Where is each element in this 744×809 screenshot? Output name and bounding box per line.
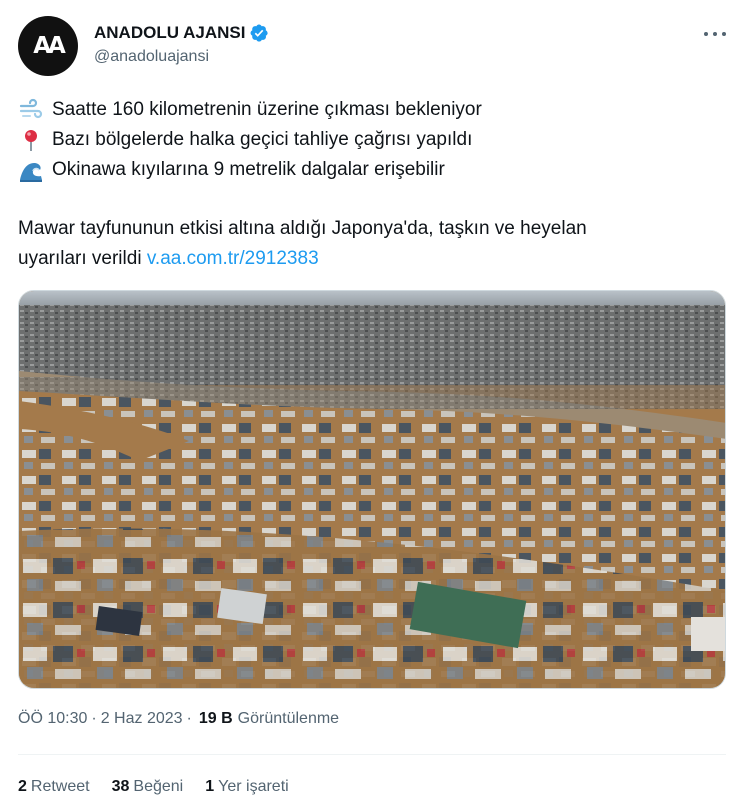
paragraph-line: uyarıları verildi v.aa.com.tr/2912383 [18,244,728,274]
tweet-meta: ÖÖ 10:30 · 2 Haz 2023 · 19 B Görüntülenm… [18,710,339,728]
retweets-stat[interactable]: 2 Retweet [18,778,90,796]
dot [704,32,708,36]
display-name[interactable]: ANADOLU AJANSI [94,23,245,43]
name-row: ANADOLU AJANSI [94,22,269,44]
wind-face-icon [18,97,44,123]
tweet-text: Saatte 160 kilometrenin üzerine çıkması … [18,95,728,274]
likes-stat[interactable]: 38 Beğeni [112,778,184,796]
tweet-date[interactable]: 2 Haz 2023 [101,710,183,728]
dot [713,32,717,36]
round-pushpin-icon [18,127,44,153]
tweet-line: Okinawa kıyılarına 9 metrelik dalgalar e… [18,155,728,185]
avatar-logo: AA [33,33,66,59]
paragraph-text: uyarıları verildi [18,248,142,269]
more-options-icon[interactable] [704,24,726,44]
tweet-time[interactable]: ÖÖ 10:30 [18,710,87,728]
divider [18,754,726,755]
likes-label: Beğeni [133,778,184,795]
flooded-city-aerial-photo [19,291,725,688]
author-info: ANADOLU AJANSI @anadoluajansi [94,22,269,66]
tweet-photo[interactable] [18,290,726,689]
avatar[interactable]: AA [18,16,78,76]
tweet-line: Bazı bölgelerde halka geçici tahliye çağ… [18,125,728,155]
retweets-label: Retweet [30,778,90,795]
tweet-header: AA ANADOLU AJANSI @anadoluajansi [18,14,726,76]
tweet-line-text: Saatte 160 kilometrenin üzerine çıkması … [52,99,482,120]
paragraph-line: Mawar tayfununun etkisi altına aldığı Ja… [18,218,587,239]
meta-separator: · [186,710,192,727]
views-count[interactable]: 19 B [199,710,233,728]
tweet-paragraph: Mawar tayfununun etkisi altına aldığı Ja… [18,214,728,274]
article-link[interactable]: v.aa.com.tr/2912383 [147,248,319,269]
likes-count: 38 [111,778,130,795]
verified-badge-icon[interactable] [249,23,269,43]
tweet-line: Saatte 160 kilometrenin üzerine çıkması … [18,95,728,125]
views-label[interactable]: Görüntülenme [238,710,339,728]
retweets-count: 2 [18,778,27,795]
handle[interactable]: @anadoluajansi [94,48,269,66]
bookmarks-stat[interactable]: 1 Yer işareti [205,778,288,796]
tweet-line-text: Bazı bölgelerde halka geçici tahliye çağ… [52,129,473,150]
dot [722,32,726,36]
meta-separator: · [91,710,97,727]
tweet-line-text: Okinawa kıyılarına 9 metrelik dalgalar e… [52,159,445,180]
engagement-stats: 2 Retweet 38 Beğeni 1 Yer işareti [18,778,311,796]
water-wave-icon [18,157,44,183]
bookmarks-label: Yer işareti [218,778,289,795]
bookmarks-count: 1 [205,778,215,795]
